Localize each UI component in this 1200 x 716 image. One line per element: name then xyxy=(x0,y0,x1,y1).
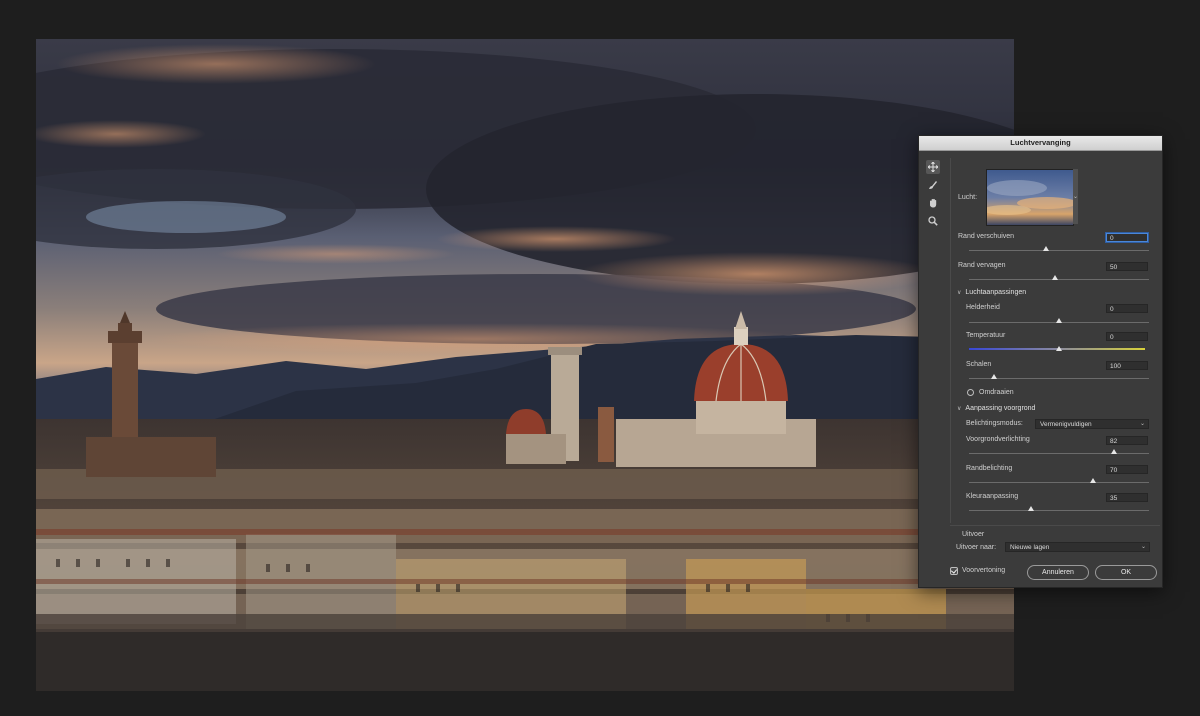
shift-edge-slider[interactable] xyxy=(1043,246,1049,251)
preview-checkbox[interactable] xyxy=(950,567,958,575)
shift-edge-track xyxy=(969,250,1149,251)
blend-mode-value: Vermenigvuldigen xyxy=(1040,421,1092,428)
temperature-slider[interactable] xyxy=(1056,346,1062,351)
output-header: Uitvoer xyxy=(962,531,985,538)
fade-edge-track xyxy=(969,279,1149,280)
temperature-input[interactable]: 0 xyxy=(1106,332,1148,341)
output-to-value: Nieuwe lagen xyxy=(1010,544,1050,551)
edge-lighting-label: Randbelichting xyxy=(966,465,1013,472)
tool-column xyxy=(926,160,944,232)
output-to-label: Uitvoer naar: xyxy=(956,544,997,551)
sky-label: Lucht: xyxy=(958,194,978,201)
sky-preset-thumbnail[interactable] xyxy=(986,169,1074,226)
foreground-header: Aanpassing voorgrond xyxy=(965,405,1036,412)
scale-label: Schalen xyxy=(966,361,992,368)
color-adjust-track xyxy=(969,510,1149,511)
foreground-lighting-label: Voorgrondverlichting xyxy=(966,436,1030,443)
color-adjust-label: Kleuraanpassing xyxy=(966,493,1019,500)
sky-adjustments-section[interactable]: ∨ Luchtaanpassingen xyxy=(957,289,1026,296)
scale-slider[interactable] xyxy=(991,374,997,379)
ok-button[interactable]: OK xyxy=(1095,565,1157,580)
foreground-section[interactable]: ∨ Aanpassing voorgrond xyxy=(957,405,1035,412)
brightness-slider[interactable] xyxy=(1056,318,1062,323)
foreground-lighting-slider[interactable] xyxy=(1111,449,1117,454)
zoom-tool-icon[interactable] xyxy=(926,214,940,228)
fade-edge-slider[interactable] xyxy=(1052,275,1058,280)
settings-panel: Lucht: ⌄ Rand verschuiven 0 Rand vervage… xyxy=(950,158,1161,523)
divider xyxy=(950,525,1160,526)
brightness-label: Helderheid xyxy=(966,304,1000,311)
sky-adjustments-header: Luchtaanpassingen xyxy=(965,289,1027,296)
output-to-select[interactable]: Nieuwe lagen ⌄ xyxy=(1005,542,1150,552)
foreground-lighting-input[interactable]: 82 xyxy=(1106,436,1148,445)
shift-edge-label: Rand verschuiven xyxy=(958,233,1015,240)
brightness-input[interactable]: 0 xyxy=(1106,304,1148,313)
edge-lighting-track xyxy=(969,482,1149,483)
sky-replacement-dialog: Luchtvervanging Lucht: ⌄ Rand verschuive… xyxy=(918,135,1163,588)
color-adjust-input[interactable]: 35 xyxy=(1106,493,1148,502)
fade-edge-input[interactable]: 50 xyxy=(1106,262,1148,271)
edge-lighting-input[interactable]: 70 xyxy=(1106,465,1148,474)
sky-brush-icon[interactable] xyxy=(926,178,940,192)
sky-preset-dropdown[interactable]: ⌄ xyxy=(1073,169,1078,224)
scale-input[interactable]: 100 xyxy=(1106,361,1148,370)
chevron-down-icon: ∨ xyxy=(957,406,962,412)
photo-canvas xyxy=(36,39,1014,691)
blend-mode-select[interactable]: Vermenigvuldigen ⌄ xyxy=(1035,419,1149,429)
temperature-label: Temperatuur xyxy=(966,332,1006,339)
preview-label: Voorvertoning xyxy=(962,567,1006,574)
fade-edge-label: Rand vervagen xyxy=(958,262,1006,269)
hand-tool-icon[interactable] xyxy=(926,196,940,210)
foreground-lighting-track xyxy=(969,453,1149,454)
flip-label: Omdraaien xyxy=(979,389,1014,396)
dialog-title: Luchtvervanging xyxy=(919,136,1162,151)
edge-lighting-slider[interactable] xyxy=(1090,478,1096,483)
blend-mode-label: Belichtingsmodus: xyxy=(966,420,1023,427)
chevron-down-icon: ⌄ xyxy=(1139,421,1145,427)
cancel-button[interactable]: Annuleren xyxy=(1027,565,1089,580)
chevron-down-icon: ⌄ xyxy=(1140,544,1146,550)
sky-thumbnail-image xyxy=(987,170,1073,225)
shift-edge-input[interactable]: 0 xyxy=(1106,233,1148,242)
flip-checkbox[interactable] xyxy=(967,389,974,396)
chevron-down-icon: ∨ xyxy=(957,290,962,296)
move-sky-tool-icon[interactable] xyxy=(926,160,940,174)
chevron-down-icon: ⌄ xyxy=(1073,194,1079,200)
florence-skyline-photo xyxy=(36,39,1014,691)
color-adjust-slider[interactable] xyxy=(1028,506,1034,511)
